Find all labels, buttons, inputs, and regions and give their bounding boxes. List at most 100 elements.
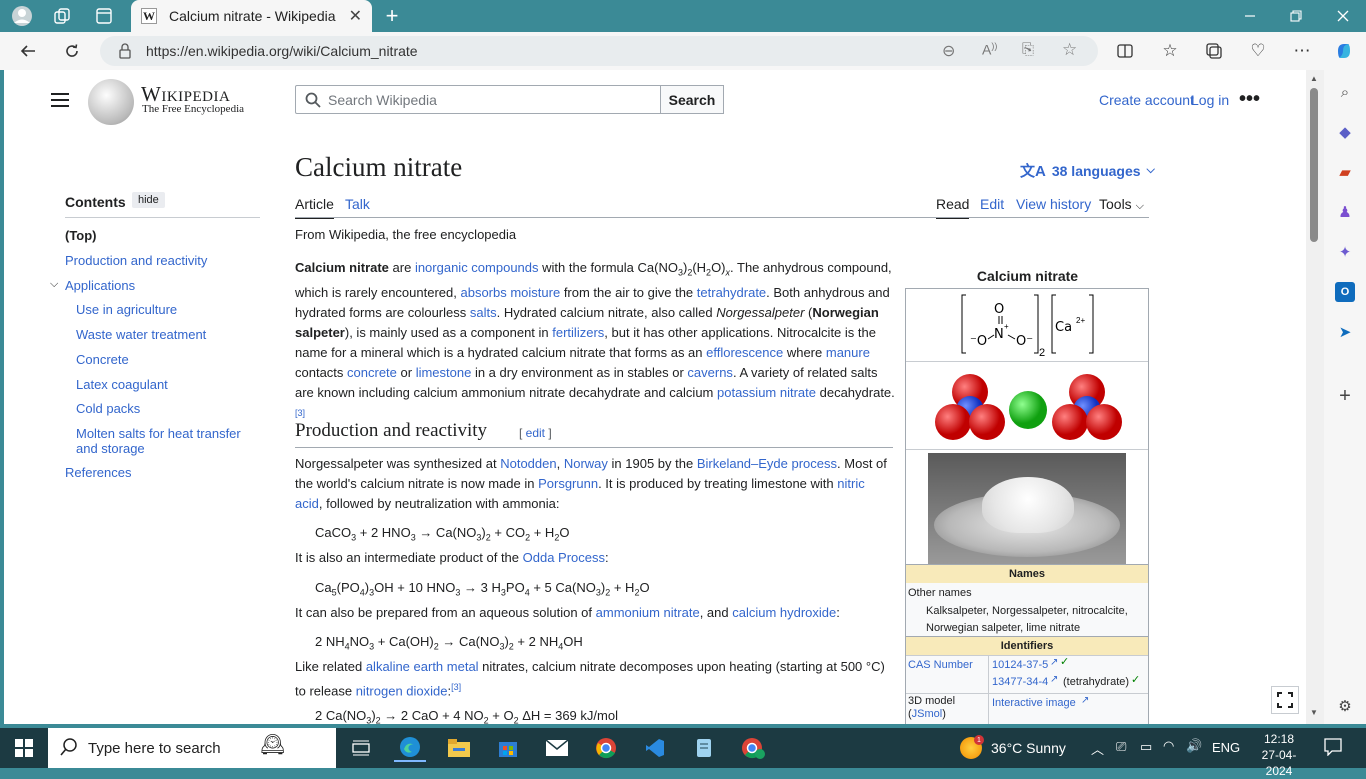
close-window-icon[interactable] <box>1329 4 1357 28</box>
reference-3[interactable]: [3] <box>295 408 305 418</box>
meet-now-icon[interactable]: ⎚ <box>1116 739 1126 755</box>
notifications-icon[interactable] <box>1324 738 1342 761</box>
tab-tools[interactable]: Tools ⌵ <box>1099 196 1144 213</box>
link-absorbs-moisture[interactable]: absorbs moisture <box>460 285 560 300</box>
favorites-icon[interactable]: ☆ <box>1156 38 1184 64</box>
battery-icon[interactable]: ▭ <box>1140 739 1152 755</box>
search-button[interactable]: Search <box>660 85 724 114</box>
chevron-down-icon[interactable]: ⌵ <box>50 278 58 291</box>
input-language[interactable]: ENG <box>1212 740 1240 755</box>
volume-icon[interactable]: 🔊 <box>1186 738 1202 754</box>
address-bar[interactable]: https://en.wikipedia.org/wiki/Calcium_ni… <box>100 36 1098 66</box>
weather-text[interactable]: 36°C Sunny <box>991 740 1066 756</box>
active-tab[interactable]: W Calcium nitrate - Wikipedia ✕ <box>131 0 372 32</box>
link-tetrahydrate[interactable]: tetrahydrate <box>697 285 766 300</box>
chrome-icon[interactable] <box>590 734 622 762</box>
link-fertilizers[interactable]: fertilizers <box>552 325 604 340</box>
zoom-out-icon[interactable]: ⊖ <box>942 41 955 61</box>
link-birkeland-eyde[interactable]: Birkeland–Eyde process <box>697 456 837 471</box>
toc-item-agriculture[interactable]: Use in agriculture <box>76 302 177 317</box>
toc-item-applications[interactable]: Applications <box>65 278 135 293</box>
sample-photo-image[interactable] <box>906 450 1148 565</box>
cas-number-link[interactable]: CAS Number <box>908 659 973 671</box>
toc-item-latex[interactable]: Latex coagulant <box>76 377 168 392</box>
fullscreen-icon[interactable] <box>1271 686 1299 714</box>
tab-article[interactable]: Article <box>295 196 334 219</box>
sidebar-add-icon[interactable]: + <box>1335 385 1355 407</box>
jsmol-link[interactable]: JSmol <box>912 708 943 720</box>
toc-item-waste-water[interactable]: Waste water treatment <box>76 327 206 342</box>
browser-essentials-icon[interactable]: ♡ <box>1244 38 1272 64</box>
link-efflorescence[interactable]: efflorescence <box>706 345 783 360</box>
sidebar-search-icon[interactable]: ⌕ <box>1335 82 1355 102</box>
link-porsgrunn[interactable]: Porsgrunn <box>538 476 598 491</box>
chrome-profile-icon[interactable] <box>737 734 769 762</box>
scroll-up-icon[interactable]: ▲ <box>1310 74 1318 83</box>
create-account-link[interactable]: Create account <box>1099 92 1194 108</box>
url-text[interactable]: https://en.wikipedia.org/wiki/Calcium_ni… <box>146 43 418 59</box>
link-manure[interactable]: manure <box>826 345 870 360</box>
link-ammonium-nitrate[interactable]: ammonium nitrate <box>596 605 700 620</box>
clock[interactable]: 12:18 27-04-2024 <box>1250 731 1308 779</box>
sidebar-shopping-icon[interactable]: ◆ <box>1335 122 1355 142</box>
reference-3b[interactable]: [3] <box>451 682 461 692</box>
cas-number-2-link[interactable]: 13477-34-4 <box>992 676 1048 688</box>
section-edit-link[interactable]: [ edit ] <box>519 426 552 440</box>
refresh-icon[interactable] <box>58 38 86 64</box>
sidebar-tools-icon[interactable]: ▰ <box>1335 162 1355 182</box>
toc-hide-button[interactable]: hide <box>132 192 165 208</box>
sidebar-settings-gear-icon[interactable]: ⚙ <box>1335 696 1355 716</box>
edge-taskbar-icon[interactable] <box>394 734 426 762</box>
link-concrete[interactable]: concrete <box>347 365 397 380</box>
link-alkaline-earth-metal[interactable]: alkaline earth metal <box>366 659 479 674</box>
toc-item-production[interactable]: Production and reactivity <box>65 253 265 268</box>
wifi-icon[interactable]: ◠ <box>1163 738 1174 754</box>
collections-icon[interactable] <box>1200 38 1228 64</box>
toc-item-molten-salts[interactable]: Molten salts for heat transfer and stora… <box>76 426 251 456</box>
lock-icon[interactable] <box>118 43 132 62</box>
workspaces-icon[interactable] <box>48 4 76 28</box>
link-calcium-hydroxide[interactable]: calcium hydroxide <box>732 605 836 620</box>
microsoft-store-icon[interactable] <box>492 734 524 762</box>
read-aloud-icon[interactable]: A)) <box>982 41 997 58</box>
cas-number-1-link[interactable]: 10124-37-5 <box>992 659 1048 671</box>
back-icon[interactable] <box>14 38 42 64</box>
link-potassium-nitrate[interactable]: potassium nitrate <box>717 385 816 400</box>
link-caverns[interactable]: caverns <box>687 365 733 380</box>
link-norway[interactable]: Norway <box>564 456 608 471</box>
restore-icon[interactable] <box>1282 4 1310 28</box>
scroll-down-icon[interactable]: ▼ <box>1310 708 1318 717</box>
tab-view-history[interactable]: View history <box>1016 196 1091 212</box>
user-menu-ellipsis-icon[interactable]: ••• <box>1239 88 1260 111</box>
immersive-reader-icon[interactable]: ⎘ <box>1022 41 1034 58</box>
tab-actions-icon[interactable] <box>90 4 118 28</box>
sidebar-send-icon[interactable]: ➤ <box>1335 322 1355 342</box>
log-in-link[interactable]: Log in <box>1191 92 1229 108</box>
link-limestone[interactable]: limestone <box>416 365 472 380</box>
languages-button[interactable]: 文A 38 languages ⌵ <box>1020 160 1155 181</box>
split-screen-icon[interactable] <box>1111 38 1139 64</box>
sidebar-copilot-icon[interactable]: ✦ <box>1335 242 1355 262</box>
profile-icon[interactable] <box>8 4 36 28</box>
wikipedia-globe-logo[interactable] <box>88 79 134 125</box>
tab-read[interactable]: Read <box>936 196 970 219</box>
tab-talk[interactable]: Talk <box>345 196 370 212</box>
search-input[interactable]: Search Wikipedia <box>295 85 661 114</box>
structural-formula-image[interactable]: O N + ⁻O O⁻ 2 Ca 2+ <box>906 289 1148 362</box>
task-view-icon[interactable] <box>345 734 377 762</box>
sidebar-outlook-icon[interactable]: O <box>1335 282 1355 302</box>
link-notodden[interactable]: Notodden <box>500 456 556 471</box>
file-explorer-icon[interactable] <box>443 734 475 762</box>
page-scrollbar[interactable]: ▲ ▼ <box>1306 70 1324 724</box>
new-tab-icon[interactable]: + <box>378 3 406 28</box>
main-menu-icon[interactable] <box>51 93 69 112</box>
toc-item-top[interactable]: (Top) <box>65 228 97 243</box>
toc-item-references[interactable]: References <box>65 465 131 480</box>
settings-more-icon[interactable]: ⋯ <box>1288 38 1316 64</box>
interactive-image-link[interactable]: Interactive image <box>992 697 1076 709</box>
toc-item-cold-packs[interactable]: Cold packs <box>76 401 140 416</box>
link-odda-process[interactable]: Odda Process <box>523 550 605 565</box>
notepad-icon[interactable] <box>688 734 720 762</box>
mail-icon[interactable] <box>541 734 573 762</box>
tab-edit[interactable]: Edit <box>980 196 1004 212</box>
